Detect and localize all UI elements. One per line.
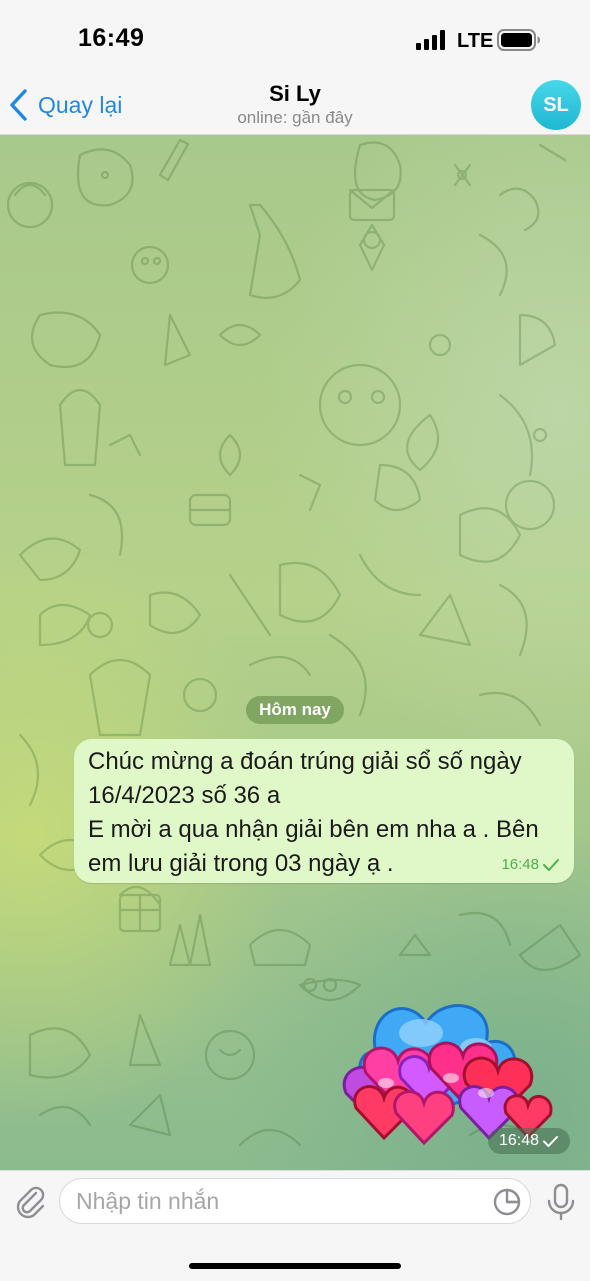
network-label: LTE xyxy=(457,30,494,52)
status-bar: 16:49 LTE xyxy=(0,0,590,78)
date-separator: Hôm nay xyxy=(246,696,344,724)
signal-bars-icon xyxy=(416,30,445,50)
battery-icon xyxy=(497,29,540,51)
message-input[interactable] xyxy=(59,1178,531,1224)
home-indicator xyxy=(189,1263,401,1269)
message-line: Chúc mừng a đoán trúng giải sổ số ngày xyxy=(88,748,522,775)
message-time: 16:48 xyxy=(501,856,539,873)
message-meta: 16:48 xyxy=(501,856,560,873)
check-icon xyxy=(543,1135,559,1147)
back-button[interactable]: Quay lại xyxy=(8,84,122,126)
chat-area[interactable]: Hôm nay Chúc mừng a đoán trúng giải sổ s… xyxy=(0,135,590,1170)
composer-bar xyxy=(0,1170,590,1281)
outgoing-message[interactable]: Chúc mừng a đoán trúng giải sổ số ngày 1… xyxy=(74,739,574,883)
sticker-icon[interactable] xyxy=(492,1187,522,1217)
message-text: Chúc mừng a đoán trúng giải sổ số ngày 1… xyxy=(88,745,568,881)
microphone-icon[interactable] xyxy=(545,1183,577,1221)
status-time: 16:49 xyxy=(78,24,145,52)
avatar-initials: SL xyxy=(543,93,569,116)
sticker-meta: 16:48 xyxy=(488,1128,570,1154)
avatar[interactable]: SL xyxy=(531,80,581,130)
check-icon xyxy=(543,858,559,871)
back-label: Quay lại xyxy=(38,91,123,118)
message-line: 16/4/2023 số 36 a xyxy=(88,782,281,809)
paperclip-icon[interactable] xyxy=(12,1183,48,1219)
message-line: em lưu giải trong 03 ngày ạ . xyxy=(88,850,394,877)
chevron-left-icon xyxy=(10,89,27,121)
chat-header: Si Ly online: gần đây Quay lại SL xyxy=(0,78,590,135)
message-line: E mời a qua nhận giải bên em nha a . Bên xyxy=(88,816,539,843)
sticker-time: 16:48 xyxy=(498,1132,540,1149)
